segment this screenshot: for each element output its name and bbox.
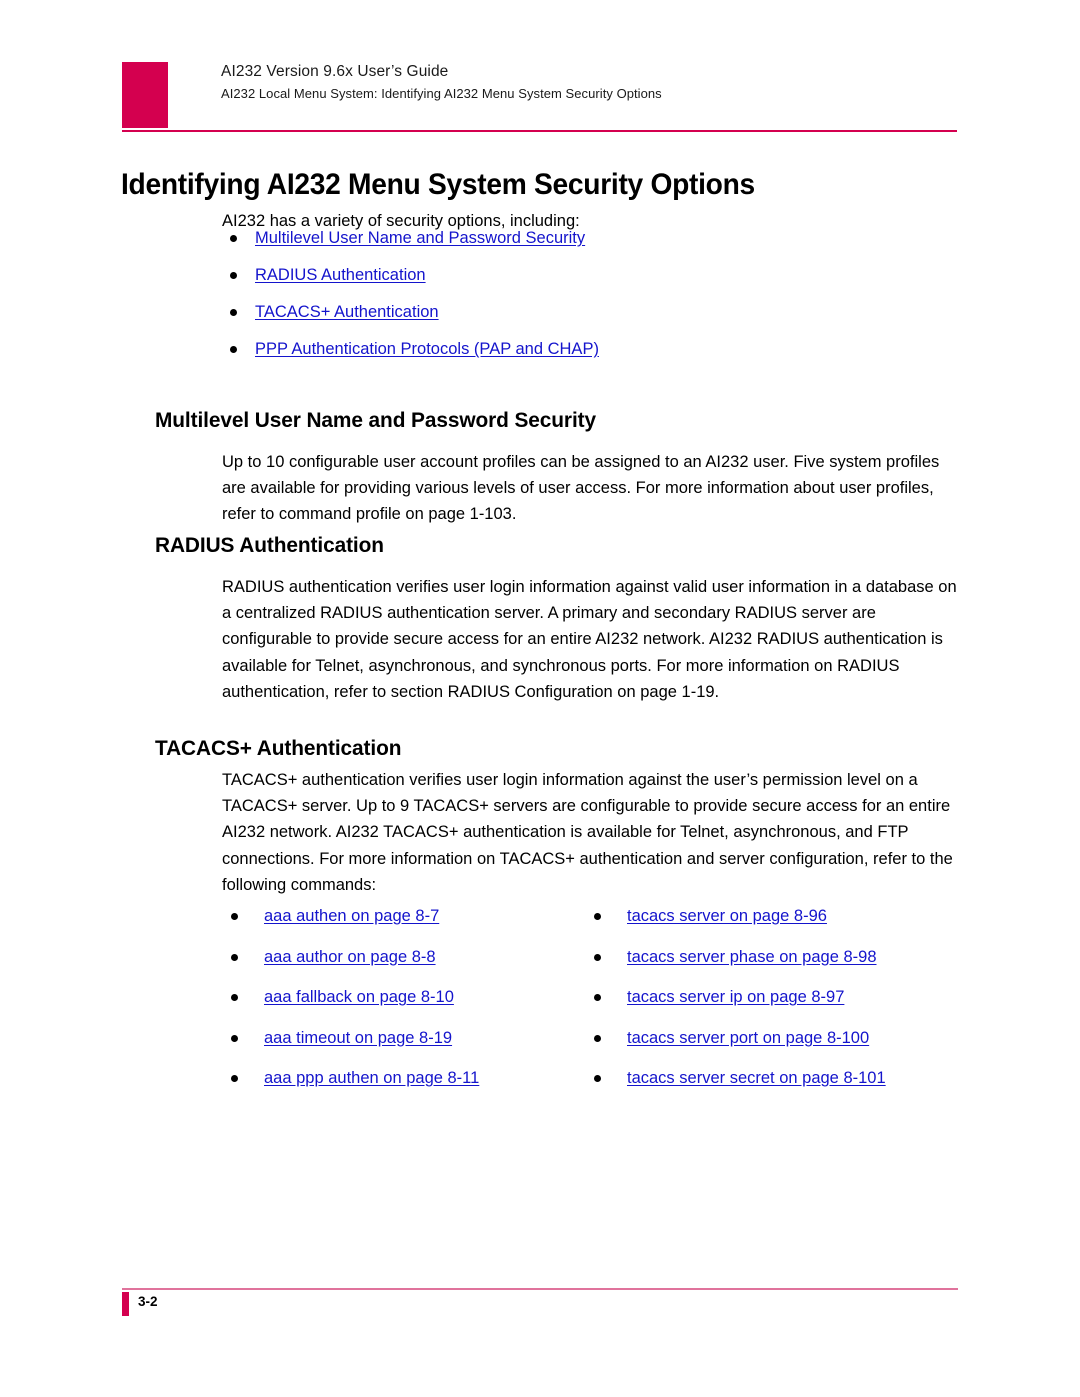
list-item: tacacs server phase on page 8-98 [594,947,974,988]
section-heading-radius-authentication: RADIUS Authentication [155,532,384,557]
list-item: aaa timeout on page 8-19 [231,1028,571,1069]
list-item: Multilevel User Name and Password Securi… [230,228,970,265]
overview-link-radius-authentication[interactable]: RADIUS Authentication [255,265,426,285]
list-item: tacacs server port on page 8-100 [594,1028,974,1069]
bullet-icon [594,953,601,961]
command-link-tacacs-server-port[interactable]: tacacs server port on page 8-100 [627,1028,869,1048]
list-item: aaa authen on page 8-7 [231,906,571,947]
command-link-aaa-authen[interactable]: aaa authen on page 8-7 [264,906,439,926]
list-item: RADIUS Authentication [230,265,970,302]
bullet-icon [230,272,237,279]
bullet-icon [230,235,237,242]
bullet-icon [594,1075,601,1082]
overview-link-list: Multilevel User Name and Password Securi… [230,228,970,376]
command-link-list-left: aaa authen on page 8-7 aaa author on pag… [231,906,571,1109]
section-heading-tacacs-authentication: TACACS+ Authentication [155,735,402,760]
bullet-icon [231,994,238,1001]
command-link-aaa-fallback[interactable]: aaa fallback on page 8-10 [264,987,454,1007]
bullet-icon [230,346,237,353]
command-link-tacacs-server-ip[interactable]: tacacs server ip on page 8-97 [627,987,844,1007]
overview-link-ppp-authentication-protocols[interactable]: PPP Authentication Protocols (PAP and CH… [255,339,599,359]
bullet-icon [594,913,601,920]
command-link-list-right: tacacs server on page 8-96 tacacs server… [594,906,974,1109]
bullet-icon [594,1034,601,1042]
section-body-multilevel-security: Up to 10 configurable user account profi… [222,452,940,524]
section-body-tacacs-authentication: TACACS+ authentication verifies user log… [222,770,953,895]
footer-page-number: 3-2 [138,1294,158,1309]
bullet-icon [594,994,601,1001]
header-guide-title: AI232 Version 9.6x User’s Guide [221,63,449,80]
section-heading-multilevel-security: Multilevel User Name and Password Securi… [155,407,597,432]
command-link-aaa-author[interactable]: aaa author on page 8-8 [264,947,436,967]
overview-link-multilevel-security[interactable]: Multilevel User Name and Password Securi… [255,228,585,248]
bullet-icon [231,913,238,920]
list-item: aaa ppp authen on page 8-11 [231,1068,571,1109]
list-item: tacacs server on page 8-96 [594,906,974,947]
command-link-aaa-timeout[interactable]: aaa timeout on page 8-19 [264,1028,452,1048]
footer-accent-block [122,1292,129,1316]
list-item: PPP Authentication Protocols (PAP and CH… [230,339,970,376]
header-section-path: AI232 Local Menu System: Identifying AI2… [221,86,662,101]
command-link-tacacs-server-phase[interactable]: tacacs server phase on page 8-98 [627,947,877,967]
list-item: aaa author on page 8-8 [231,947,571,988]
header-divider-rule [122,130,957,132]
bullet-icon [230,309,237,316]
list-item: aaa fallback on page 8-10 [231,987,571,1028]
bullet-icon [231,1075,238,1082]
page-title: Identifying AI232 Menu System Security O… [121,167,755,201]
bullet-icon [231,1034,238,1042]
document-page: AI232 Version 9.6x User’s Guide AI232 Lo… [0,0,1080,1397]
footer-divider-rule [122,1288,958,1290]
overview-link-tacacs-authentication[interactable]: TACACS+ Authentication [255,302,439,322]
header-accent-block [122,62,168,128]
command-link-aaa-ppp-authen[interactable]: aaa ppp authen on page 8-11 [264,1068,479,1088]
running-header: AI232 Version 9.6x User’s Guide AI232 Lo… [221,60,981,105]
bullet-icon [231,953,238,961]
command-link-tacacs-server[interactable]: tacacs server on page 8-96 [627,906,827,926]
command-link-tacacs-server-secret[interactable]: tacacs server secret on page 8-101 [627,1068,886,1088]
section-body-radius-authentication: RADIUS authentication verifies user logi… [222,577,957,702]
list-item: TACACS+ Authentication [230,302,970,339]
list-item: tacacs server ip on page 8-97 [594,987,974,1028]
list-item: tacacs server secret on page 8-101 [594,1068,974,1109]
